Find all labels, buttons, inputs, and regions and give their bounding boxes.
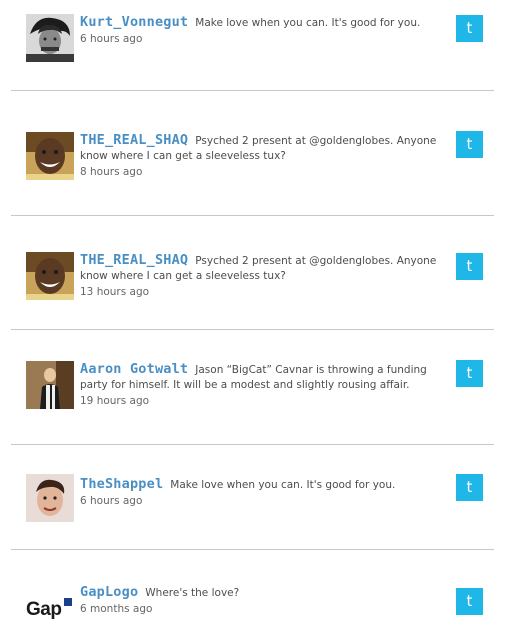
divider <box>11 215 494 216</box>
twitter-t-icon[interactable]: t <box>456 360 483 387</box>
tweet-content: THE_REAL_SHAQ Psyched 2 present at @golde… <box>80 133 440 180</box>
twitter-t-icon[interactable]: t <box>456 474 483 501</box>
tweet-timestamp: 13 hours ago <box>80 286 150 298</box>
divider <box>11 90 494 91</box>
twitter-t-icon[interactable]: t <box>456 131 483 158</box>
tweet-content: Aaron Gotwalt Jason “BigCat” Cavnar is th… <box>80 362 440 409</box>
twitter-t-icon[interactable]: t <box>456 15 483 42</box>
tweet-content: Kurt_Vonnegut Make love when you can. It'… <box>80 15 440 47</box>
avatar[interactable] <box>26 14 74 62</box>
divider <box>11 549 494 550</box>
tweet-timestamp: 8 hours ago <box>80 166 143 178</box>
tweet-content: THE_REAL_SHAQ Psyched 2 present at @golde… <box>80 253 440 300</box>
tweet-username[interactable]: Aaron Gotwalt <box>80 361 188 377</box>
twitter-t-icon[interactable]: t <box>456 588 483 615</box>
tweet-username[interactable]: THE_REAL_SHAQ <box>80 252 188 268</box>
tweet-timestamp: 6 hours ago <box>80 33 143 45</box>
tweet-username[interactable]: Kurt_Vonnegut <box>80 14 188 30</box>
avatar[interactable] <box>26 361 74 409</box>
tweet-username[interactable]: THE_REAL_SHAQ <box>80 132 188 148</box>
gap-logo-square <box>64 598 72 606</box>
tweet-username[interactable]: GapLogo <box>80 584 138 600</box>
tweet-text: Make love when you can. It's good for yo… <box>170 479 396 491</box>
avatar[interactable] <box>26 132 74 180</box>
tweet-content: GapLogo Where's the love? 6 months ago <box>80 585 440 617</box>
avatar[interactable] <box>26 252 74 300</box>
tweet-text: Make love when you can. It's good for yo… <box>195 17 421 29</box>
tweet-username[interactable]: TheShappel <box>80 476 163 492</box>
tweet-feed: Kurt_Vonnegut Make love when you can. It'… <box>0 0 509 625</box>
tweet-timestamp: 19 hours ago <box>80 395 150 407</box>
gap-logo-text: Gap <box>26 599 62 620</box>
avatar[interactable] <box>26 474 74 522</box>
divider <box>11 444 494 445</box>
divider <box>11 329 494 330</box>
tweet-timestamp: 6 months ago <box>80 603 153 615</box>
tweet-timestamp: 6 hours ago <box>80 495 143 507</box>
tweet-content: TheShappel Make love when you can. It's g… <box>80 477 440 509</box>
twitter-t-icon[interactable]: t <box>456 253 483 280</box>
tweet-text: Where's the love? <box>145 587 240 599</box>
